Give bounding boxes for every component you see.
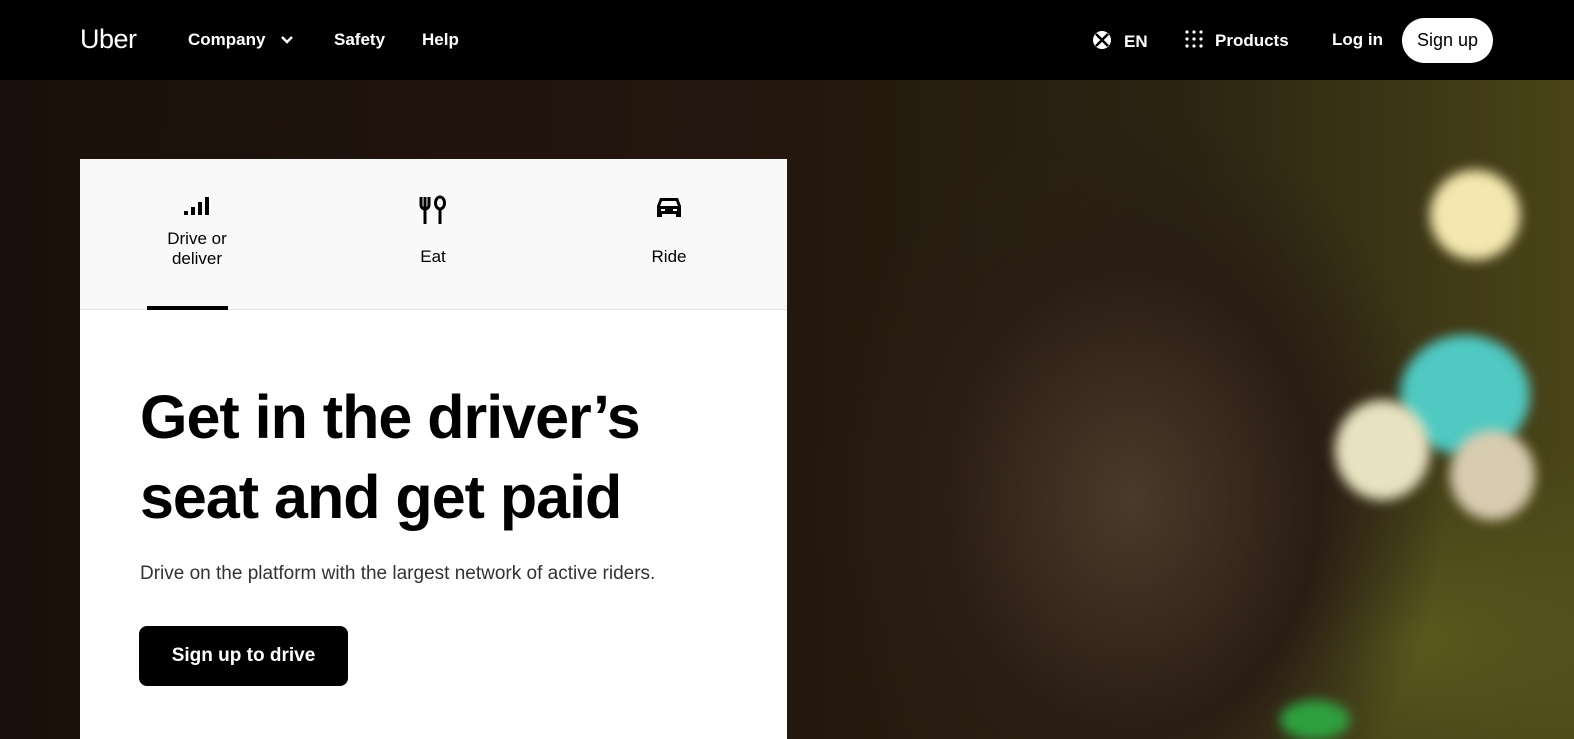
tab-label: Ride bbox=[651, 247, 687, 266]
globe-icon bbox=[1093, 31, 1111, 49]
tab-ride[interactable]: Ride bbox=[589, 195, 749, 267]
safety-link[interactable]: Safety bbox=[334, 30, 385, 50]
bokeh-light bbox=[1280, 700, 1350, 739]
chevron-down-icon bbox=[281, 36, 294, 44]
company-label: Company bbox=[188, 30, 266, 49]
uber-logo[interactable]: Uber bbox=[80, 24, 137, 55]
signup-button[interactable]: Sign up bbox=[1402, 18, 1493, 63]
grid-icon bbox=[1185, 30, 1203, 48]
signal-bars-icon bbox=[184, 197, 209, 215]
login-link[interactable]: Log in bbox=[1332, 30, 1383, 50]
hero-image: Drive or deliver Eat Ride Get in the dri… bbox=[0, 80, 1574, 739]
hero-subtitle: Drive on the platform with the largest n… bbox=[140, 563, 656, 584]
tab-eat[interactable]: Eat bbox=[353, 195, 513, 267]
active-tab-indicator bbox=[147, 306, 228, 310]
hero-title: Get in the driver’s seat and get paid bbox=[140, 383, 641, 531]
tab-drive-or-deliver[interactable]: Drive or deliver bbox=[117, 195, 277, 269]
help-link[interactable]: Help bbox=[422, 30, 459, 50]
hero-card: Drive or deliver Eat Ride Get in the dri… bbox=[80, 159, 787, 739]
language-label: EN bbox=[1124, 32, 1148, 51]
top-nav: Uber Company Safety Help EN Products Log… bbox=[0, 0, 1574, 80]
bokeh-light bbox=[1335, 400, 1430, 500]
tab-label: Eat bbox=[420, 247, 446, 266]
language-button[interactable]: EN bbox=[1092, 30, 1148, 52]
company-menu[interactable]: Company bbox=[188, 30, 294, 50]
bokeh-light bbox=[1450, 430, 1535, 520]
sign-up-to-drive-button[interactable]: Sign up to drive bbox=[139, 626, 348, 686]
bokeh-light bbox=[1430, 170, 1520, 260]
tab-label: Drive or deliver bbox=[167, 229, 227, 268]
products-button[interactable]: Products bbox=[1185, 30, 1289, 51]
tab-bar: Drive or deliver Eat Ride bbox=[80, 159, 787, 310]
fork-knife-icon bbox=[419, 195, 446, 224]
car-icon bbox=[657, 198, 681, 217]
products-label: Products bbox=[1215, 31, 1289, 50]
